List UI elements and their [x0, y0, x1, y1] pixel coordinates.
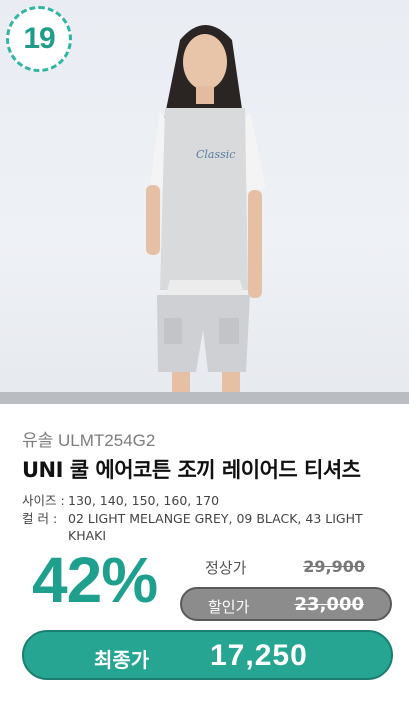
rank-number: 19 [23, 22, 55, 55]
product-card[interactable]: Classic 19 유솔 ULMT254G2 UNI 쿨 에어코튼 조끼 레이… [0, 0, 409, 714]
svg-text:Classic: Classic [196, 148, 235, 161]
product-title[interactable]: UNI 쿨 에어코튼 조끼 레이어드 티셔츠 [22, 454, 361, 484]
size-spec: 사이즈 :130, 140, 150, 160, 170 [22, 492, 219, 509]
sale-price-pill: 할인가 23,000 [180, 587, 392, 621]
brand-code: 유솔 ULMT254G2 [22, 431, 156, 450]
final-price-label: 최종가 [94, 648, 150, 672]
color-label: 컬 러 : [22, 511, 58, 526]
regular-price-label: 정상가 [205, 559, 247, 577]
final-price-button[interactable]: 최종가 17,250 [22, 630, 393, 680]
sale-price-label: 할인가 [208, 598, 250, 616]
color-values: 02 LIGHT MELANGE GREY, 09 BLACK, 43 LIGH… [68, 511, 363, 543]
regular-price-row: 정상가 29,900 [205, 557, 365, 579]
discount-rate: 42% [32, 544, 158, 616]
regular-price-value: 29,900 [303, 557, 365, 576]
size-values: 130, 140, 150, 160, 170 [68, 493, 220, 508]
sale-price-value: 23,000 [294, 594, 364, 615]
final-price-value: 17,250 [210, 639, 308, 672]
floor-strip [0, 392, 409, 404]
rank-badge: 19 [6, 6, 72, 72]
color-spec: 컬 러 : 02 LIGHT MELANGE GREY, 09 BLACK, 43… [22, 510, 392, 544]
product-photo[interactable]: Classic 19 [0, 0, 409, 404]
size-label: 사이즈 : [22, 493, 65, 508]
